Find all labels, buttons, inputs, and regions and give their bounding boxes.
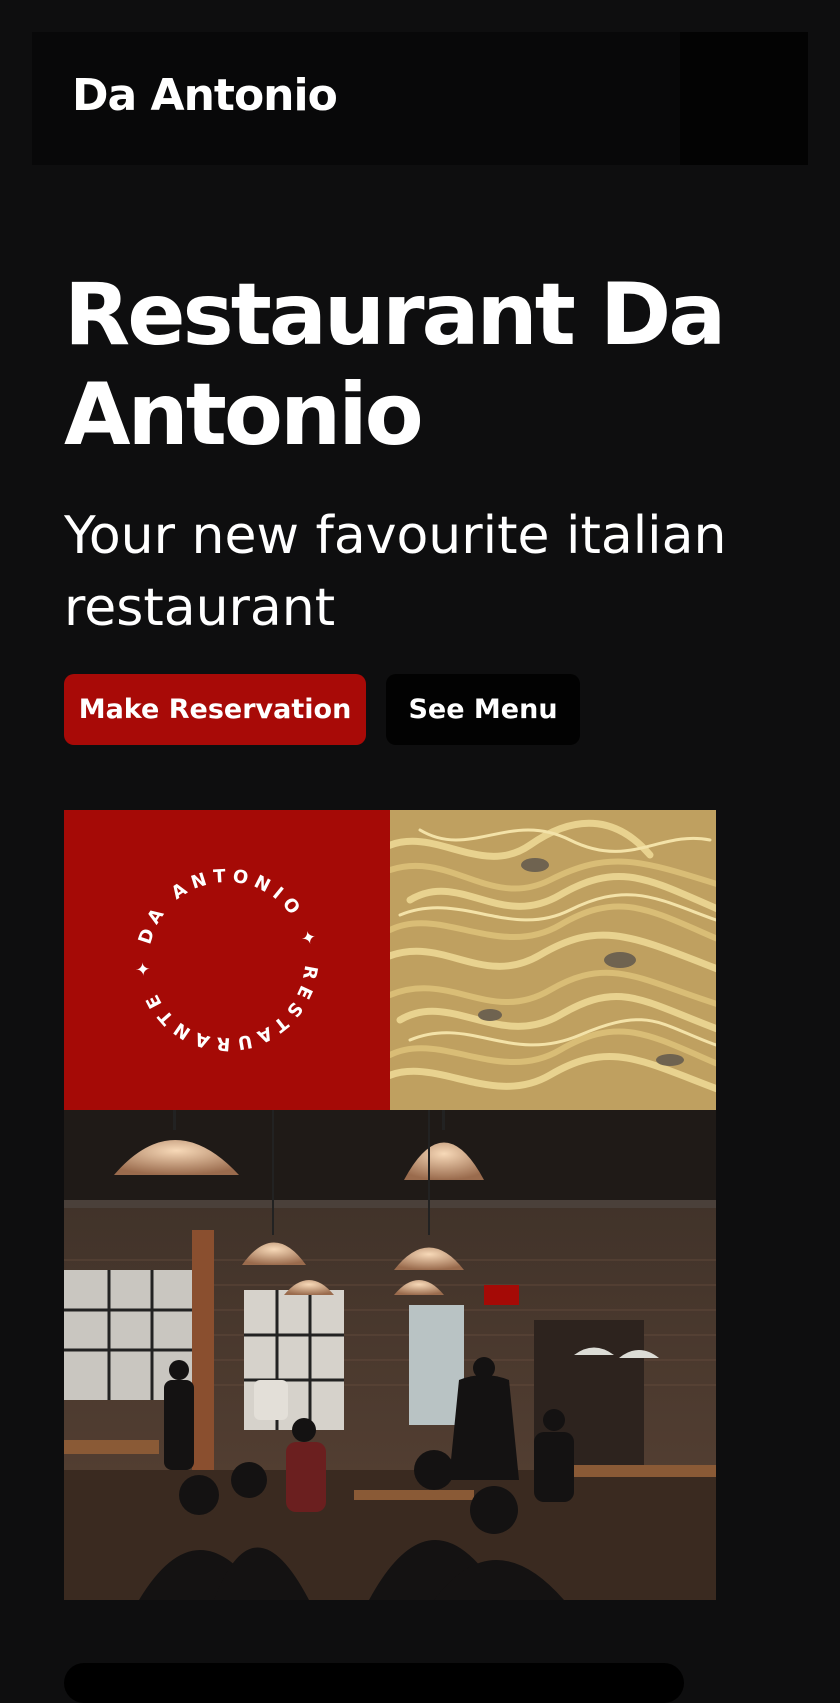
bottom-bar: [64, 1663, 684, 1703]
circular-logo-mark: DA ANTONIO ✦ RESTAURANTE ✦: [132, 866, 321, 1055]
pasta-photo: [390, 810, 716, 1110]
hero-subtitle: Your new favourite italian restaurant: [64, 506, 727, 638]
brand-logo[interactable]: Da Antonio: [72, 70, 338, 121]
logo-badge: DA ANTONIO ✦ RESTAURANTE ✦: [64, 810, 390, 1110]
restaurant-interior-photo: [64, 1110, 716, 1600]
logo-ring-text: DA ANTONIO ✦ RESTAURANTE ✦: [132, 866, 315, 1055]
menu-toggle-button[interactable]: [680, 32, 808, 165]
svg-text:DA ANTONIO ✦ RESTAURANTE ✦: DA ANTONIO ✦ RESTAURANTE ✦: [132, 866, 321, 1055]
site-header: Da Antonio: [32, 32, 808, 165]
hero-title: Restaurant Da Antonio: [64, 265, 726, 465]
make-reservation-button[interactable]: Make Reservation: [64, 674, 366, 745]
see-menu-button[interactable]: See Menu: [386, 674, 580, 745]
gallery-grid: DA ANTONIO ✦ RESTAURANTE ✦: [64, 810, 716, 1600]
